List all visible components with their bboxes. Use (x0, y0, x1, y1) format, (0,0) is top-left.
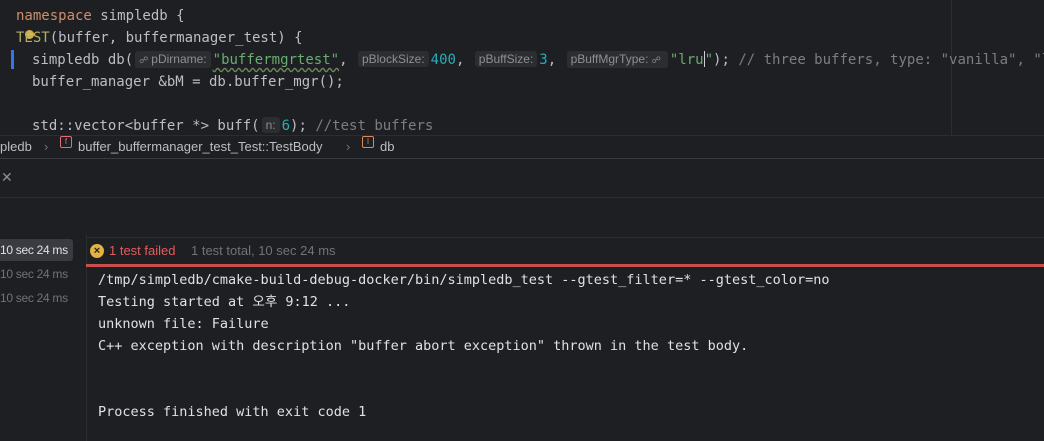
code-line-3[interactable]: simpledb db(☍ pDirname: "buffermgrtest", p… (32, 49, 1044, 71)
warning-icon: × (90, 244, 104, 258)
test-tree: 10 sec 24 ms 10 sec 24 ms 10 sec 24 ms (0, 235, 87, 441)
test-tree-row-time[interactable]: 10 sec 24 ms (0, 263, 68, 285)
param-hint-pbuffsize: pBuffSize: (474, 51, 538, 67)
param-hint-pbuffmgrtype: pBuffMgrType: ☍ (566, 51, 668, 68)
breadcrumb-item-namespace[interactable]: pledb (0, 136, 32, 157)
code-editor[interactable]: namespace simpledb { TEST(buffer, buffer… (0, 0, 1044, 135)
run-tool-window: ✕ 10 sec 24 ms 10 sec 24 ms 10 sec 24 ms… (0, 158, 1044, 441)
local-variable-icon: l (362, 136, 374, 148)
test-tree-row-time[interactable]: 10 sec 24 ms (0, 287, 68, 309)
param-hint-pblocksize: pBlockSize: (357, 51, 429, 67)
breadcrumb-item-variable[interactable]: db (380, 136, 394, 157)
console-line: unknown file: Failure (98, 316, 269, 332)
run-toolbar (0, 197, 1044, 238)
console-line: /tmp/simpledb/cmake-build-debug-docker/b… (98, 272, 830, 288)
failed-count-label: 1 test failed (109, 243, 176, 258)
code-line-6[interactable]: std::vector<buffer *> buff(n: 6); //test … (32, 115, 433, 135)
total-summary-label: 1 test total, 10 sec 24 ms (191, 243, 336, 258)
current-line-marker (11, 50, 14, 69)
test-tree-row-time[interactable]: 10 sec 24 ms (0, 239, 73, 261)
link-icon: ☍ (139, 55, 149, 65)
chevron-right-icon: › (346, 139, 351, 154)
console-line: Process finished with exit code 1 (98, 404, 367, 420)
console-line: C++ exception with description "buffer a… (98, 338, 749, 354)
test-progress-bar (86, 264, 1044, 267)
code-line-4[interactable]: buffer_manager &bM = db.buffer_mgr(); (32, 71, 344, 93)
link-icon: ☍ (651, 55, 661, 65)
console-line: Testing started at 오후 9:12 ... (98, 294, 351, 310)
breadcrumb-item-function[interactable]: buffer_buffermanager_test_Test::TestBody (78, 136, 323, 157)
param-hint-n: n: (261, 117, 280, 133)
code-line-2[interactable]: TEST(buffer, buffermanager_test) { (16, 27, 303, 49)
breadcrumb: pledb › f buffer_buffermanager_test_Test… (0, 135, 1044, 157)
chevron-right-icon: › (44, 139, 49, 154)
function-icon: f (60, 136, 72, 148)
code-line-1[interactable]: namespace simpledb { (16, 5, 185, 27)
close-icon[interactable]: ✕ (1, 169, 13, 186)
param-hint-pdirname: ☍ pDirname: (135, 51, 211, 68)
